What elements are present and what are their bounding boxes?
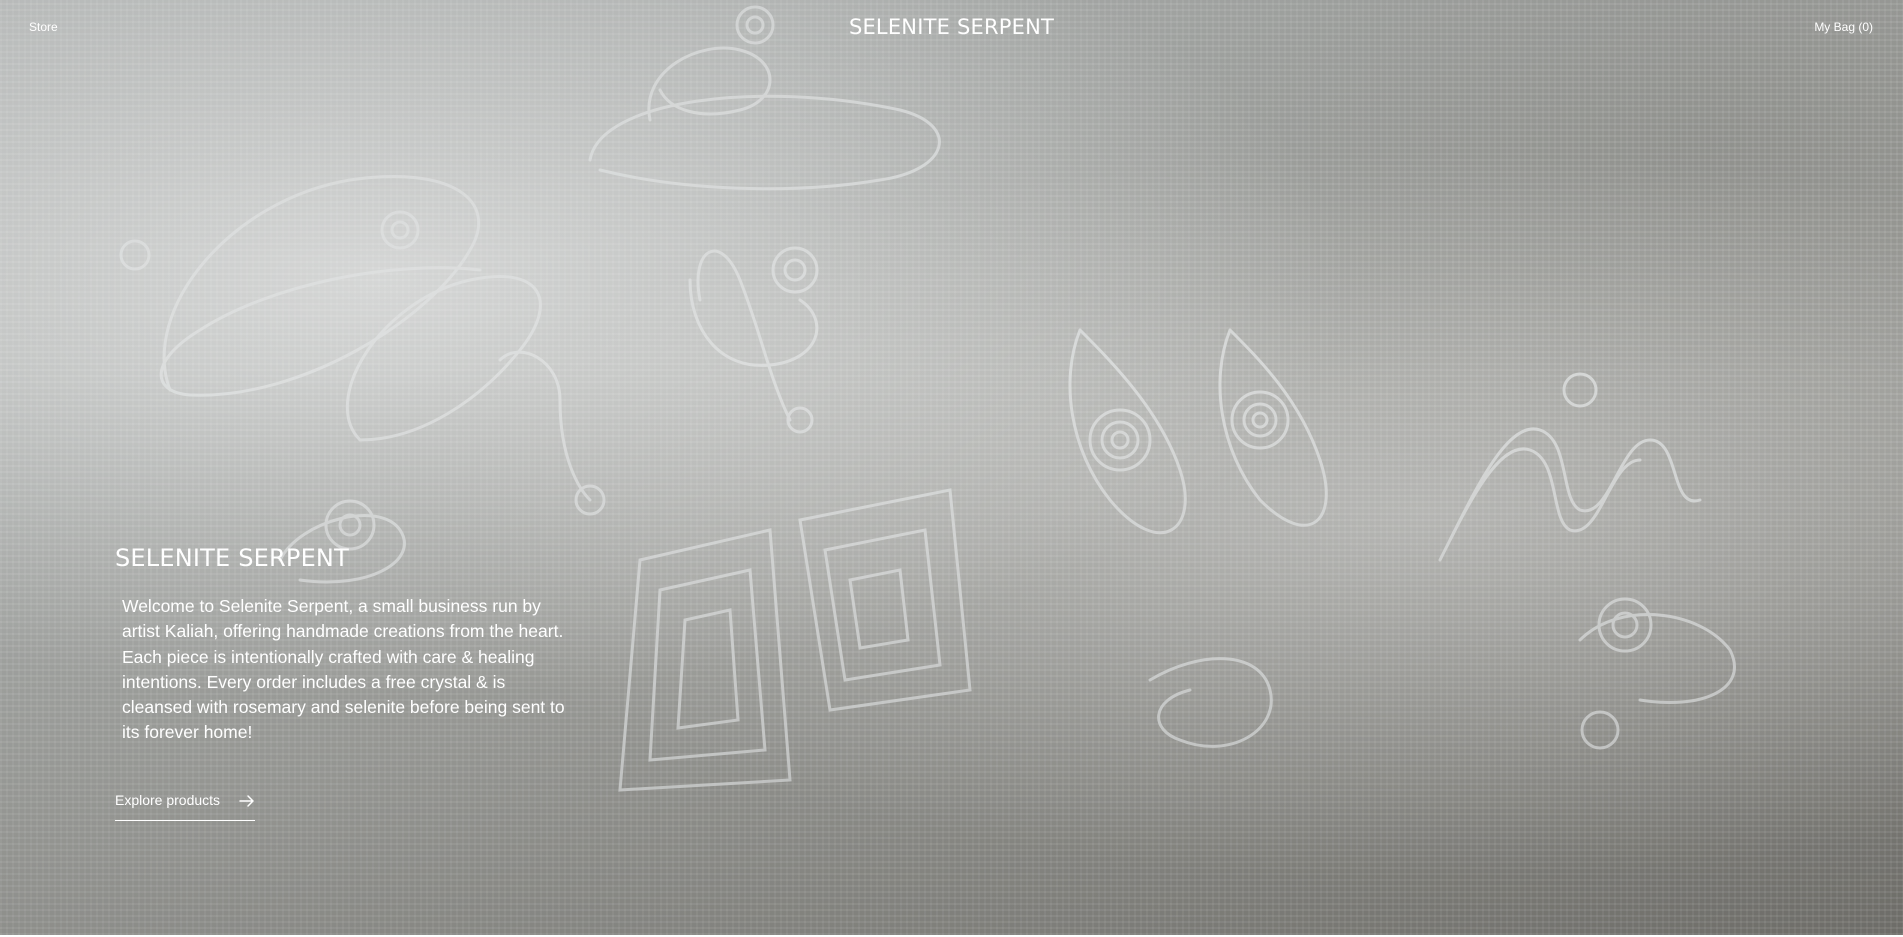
arrow-right-icon [239, 795, 254, 807]
site-header: Store SELENITE SERPENT My Bag (0) [0, 0, 1903, 56]
hero-overlay [0, 0, 1903, 935]
hero-description: Welcome to Selenite Serpent, a small bus… [122, 596, 565, 743]
brand-logo[interactable]: SELENITE SERPENT [0, 15, 1903, 39]
explore-products-button[interactable]: Explore products [115, 790, 255, 821]
hero-title: SELENITE SERPENT [115, 544, 349, 572]
my-bag-link[interactable]: My Bag (0) [1814, 20, 1873, 34]
hero-banner: Store SELENITE SERPENT My Bag (0) SELENI… [0, 0, 1903, 935]
explore-products-label: Explore products [115, 792, 221, 808]
hero-intro: SELENITE SERPENT Welcome to Selenite Ser… [115, 544, 575, 746]
